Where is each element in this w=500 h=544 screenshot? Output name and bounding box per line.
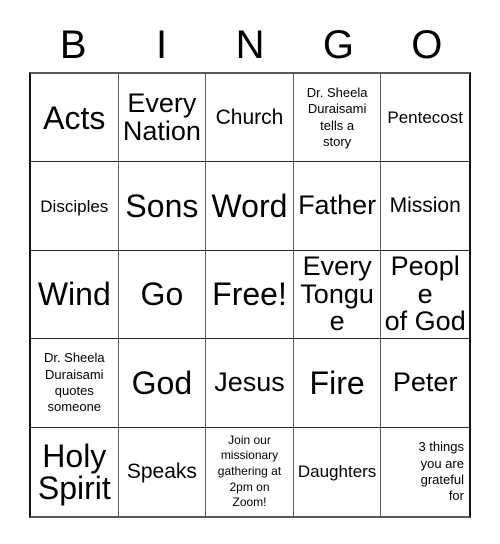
bingo-cell[interactable]: Mission	[381, 162, 469, 251]
bingo-cell-label: Daughters	[297, 462, 377, 482]
bingo-cell[interactable]: God	[118, 339, 207, 428]
bingo-cell-label: Every Nation	[122, 88, 201, 146]
bingo-cell[interactable]: Peter	[381, 339, 469, 428]
bingo-grid: Acts Every Nation Church Dr. Sheela Duraisa…	[29, 72, 471, 518]
bingo-cell-label: Church	[215, 105, 284, 129]
bingo-cell-label: Jesus	[214, 367, 285, 398]
bingo-cell[interactable]: Speaks	[118, 427, 207, 516]
bingo-header-row: B I N G O	[29, 18, 471, 72]
bingo-cell-label: Every Tongue	[300, 251, 374, 337]
bingo-cell-label: Disciples	[40, 196, 109, 216]
bingo-cell[interactable]: Dr. Sheela Duraisami quotes someone	[31, 339, 119, 428]
bingo-cell[interactable]: Sons	[118, 162, 207, 251]
bingo-cell[interactable]: Every Tongue	[293, 250, 382, 340]
bingo-cell[interactable]: Wind	[31, 250, 119, 340]
bingo-cell-label: God	[131, 364, 193, 401]
bingo-cell-label: Free!	[212, 276, 287, 313]
bingo-cell[interactable]: Father	[293, 162, 382, 251]
bingo-cell-label: Go	[140, 276, 184, 313]
bingo-cell-label: Dr. Sheela Duraisami quotes someone	[43, 350, 105, 415]
bingo-card: B I N G O Acts Every Nation Church Dr. Shee…	[0, 0, 500, 544]
bingo-header-letter-i: I	[156, 23, 168, 67]
bingo-header-letter-n: N	[235, 23, 265, 67]
bingo-cell[interactable]: Holy Spirit	[31, 427, 119, 516]
bingo-cell-label: People of God	[384, 251, 466, 337]
bingo-cell-label: Word	[211, 188, 288, 225]
bingo-header-letter-o: O	[411, 23, 443, 67]
bingo-cell-label: 3 things you are grateful for	[418, 439, 464, 504]
bingo-cell-label: Sons	[125, 188, 199, 225]
bingo-cell-label: Pentecost	[387, 108, 463, 128]
bingo-cell[interactable]: Daughters	[293, 427, 382, 516]
bingo-header-letter-g: G	[322, 23, 354, 67]
bingo-cell[interactable]: Word	[206, 162, 294, 251]
bingo-cell[interactable]: Acts	[31, 74, 119, 163]
bingo-cell[interactable]: People of God	[381, 250, 469, 340]
bingo-cell-label: Peter	[392, 367, 458, 398]
bingo-cell-label: Wind	[37, 276, 111, 313]
bingo-cell-label: Mission	[389, 194, 461, 218]
bingo-cell[interactable]: Join our missionary gathering at 2pm on …	[206, 427, 294, 516]
bingo-cell[interactable]: Pentecost	[381, 74, 469, 163]
bingo-cell-label: Fire	[309, 364, 365, 401]
bingo-cell-label: Holy Spirit	[37, 437, 111, 506]
bingo-cell[interactable]: Disciples	[31, 162, 119, 251]
bingo-cell-label: Speaks	[126, 459, 197, 483]
bingo-cell-label: Father	[298, 190, 377, 221]
bingo-cell[interactable]: Jesus	[206, 339, 294, 428]
bingo-cell[interactable]: Church	[206, 74, 294, 163]
bingo-cell[interactable]: 3 things you are grateful for	[381, 427, 469, 516]
bingo-cell[interactable]: Every Nation	[118, 74, 207, 163]
bingo-cell[interactable]: Free!	[206, 250, 294, 340]
bingo-cell-label: Acts	[43, 99, 106, 136]
bingo-cell[interactable]: Dr. Sheela Duraisami tells a story	[293, 74, 382, 163]
bingo-header-letter-b: B	[59, 23, 87, 67]
bingo-cell-label: Dr. Sheela Duraisami tells a story	[306, 85, 368, 149]
bingo-cell[interactable]: Fire	[293, 339, 382, 428]
bingo-cell[interactable]: Go	[118, 250, 207, 340]
bingo-cell-label: Join our missionary gathering at 2pm on …	[217, 432, 282, 510]
